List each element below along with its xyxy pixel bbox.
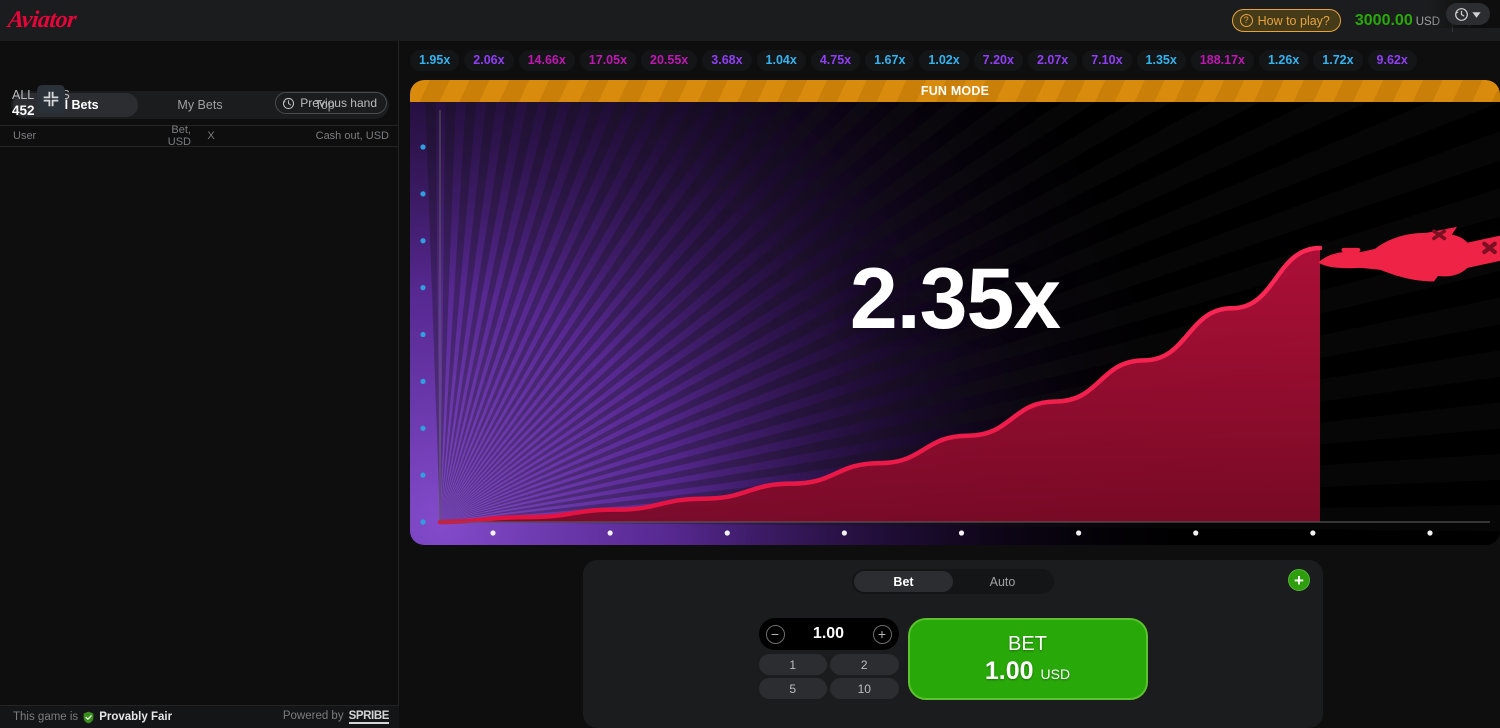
x-axis-dot [1427,530,1432,535]
stake-value[interactable]: 1.00 [785,625,873,643]
quick-stake-1[interactable]: 1 [759,654,828,675]
balance-currency: USD [1416,16,1440,28]
quick-stake-2[interactable]: 2 [830,654,899,675]
history-multiplier-chip[interactable]: 1.26x [1259,50,1308,71]
stake-decrement-button[interactable]: − [766,625,785,644]
y-axis-dot [420,238,425,243]
balance-amount: 3000.00 [1355,12,1413,29]
history-multiplier-chip[interactable]: 14.66x [519,50,575,71]
balance-display: 3000.00USD [1355,12,1440,30]
shield-check-icon [82,711,95,724]
history-multiplier-chip[interactable]: 188.17x [1191,50,1254,71]
tab-bet-label: Bet [893,575,913,589]
bet-button-title: BET [1008,631,1047,657]
fun-mode-banner: FUN MODE [410,80,1500,102]
column-multiplier: X [191,130,231,142]
history-multiplier-chip[interactable]: 4.75x [811,50,860,71]
previous-hand-button[interactable]: Previous hand [275,92,387,114]
aviator-app: Aviator ? How to play? 3000.00USD [0,0,1500,728]
stake-increment-button[interactable]: + [873,625,892,644]
x-axis-dot [959,530,964,535]
history-multiplier-chip[interactable]: 1.95x [410,50,459,71]
tab-auto[interactable]: Auto [953,571,1052,592]
how-to-play-button[interactable]: ? How to play? [1232,9,1341,32]
quick-stake-grid: 1 2 5 10 [759,654,899,699]
x-axis-dot [490,530,495,535]
x-axis-dot [1310,530,1315,535]
y-axis-dot [420,519,425,524]
y-axis-dot [420,426,425,431]
history-multiplier-chip[interactable]: 7.20x [974,50,1023,71]
history-multiplier-chip[interactable]: 1.04x [757,50,806,71]
fun-mode-label: FUN MODE [921,84,989,98]
y-axis-dot [420,191,425,196]
history-multiplier-chip[interactable]: 20.55x [641,50,697,71]
x-axis-dot [608,530,613,535]
stake-controls: − 1.00 + 1 2 5 10 [759,618,899,700]
history-multiplier-chip[interactable]: 9.62x [1368,50,1417,71]
quick-stake-5[interactable]: 5 [759,678,828,699]
bet-controls-row: − 1.00 + 1 2 5 10 BET 1.00 USD [583,618,1323,700]
y-axis-dot [420,473,425,478]
tab-auto-label: Auto [990,575,1016,589]
x-axis-dot [842,530,847,535]
history-multiplier-chip[interactable]: 17.05x [580,50,636,71]
bets-table-header: User Bet, USD X Cash out, USD [0,125,399,147]
history-clock-icon [1454,7,1469,22]
provably-fair-prefix: This game is [13,711,78,723]
question-mark-icon: ? [1240,14,1253,27]
sidebar-footer: This game is Provably Fair Powered by SP… [0,705,399,728]
history-clock-icon [282,97,295,110]
history-multiplier-chip[interactable]: 1.72x [1313,50,1362,71]
x-axis-dot [725,530,730,535]
history-multiplier-chip[interactable]: 1.35x [1137,50,1186,71]
aviator-logo: Aviator [7,7,78,34]
history-multiplier-chip[interactable]: 2.07x [1028,50,1077,71]
spribe-brand: SPRIBE [349,710,389,724]
x-axis-dot [1076,530,1081,535]
y-axis-dot [420,379,425,384]
bets-list[interactable] [0,147,399,704]
column-bet: Bet, USD [153,124,191,148]
stake-stepper: − 1.00 + [759,618,899,650]
how-to-play-label: How to play? [1258,14,1330,28]
powered-by-label: Powered by [283,710,344,722]
provably-fair-link[interactable]: This game is Provably Fair [13,711,172,724]
history-multiplier-chip[interactable]: 3.68x [702,50,751,71]
bet-button-currency: USD [1041,666,1071,682]
current-multiplier: 2.35x [410,256,1500,342]
bet-mode-tabs: Bet Auto [852,569,1054,594]
bets-sidebar: All Bets My Bets Top ALL BETS 452 Previo… [0,41,399,728]
previous-hand-label: Previous hand [300,96,377,110]
history-multiplier-chip[interactable]: 2.06x [464,50,513,71]
column-cashout: Cash out, USD [316,130,389,142]
history-chips: 1.95x2.06x 14.66x17.05x20.55x3.68x 1.04x4.… [410,50,1422,71]
add-bet-panel-button[interactable]: + [1288,569,1310,591]
history-multiplier-chip[interactable]: 1.02x [919,50,968,71]
y-axis-dot [420,144,425,149]
tab-bet[interactable]: Bet [854,571,953,592]
history-multiplier-chip[interactable]: 7.10x [1082,50,1131,71]
chevron-down-icon [1471,9,1482,20]
powered-by: Powered by SPRIBE [283,710,389,724]
place-bet-button[interactable]: BET 1.00 USD [908,618,1148,700]
top-header: Aviator ? How to play? 3000.00USD [0,0,1500,41]
x-axis-dot [1193,530,1198,535]
multiplier-history-bar[interactable]: 1.95x2.06x 14.66x17.05x20.55x3.68x 1.04x4.… [410,46,1500,74]
game-canvas: FUN MODE 2.35x [410,80,1500,545]
provably-fair-label: Provably Fair [99,711,172,723]
bet-button-amount-row: 1.00 USD [985,657,1070,688]
quick-stake-10[interactable]: 10 [830,678,899,699]
history-multiplier-chip[interactable]: 1.67x [865,50,914,71]
bet-button-amount: 1.00 [985,657,1034,685]
bet-panel: Bet Auto + − 1.00 + 1 2 5 10 BET [583,560,1323,728]
collapse-fullscreen-icon[interactable] [37,85,65,113]
history-dropdown-button[interactable] [1446,3,1490,25]
column-user: User [13,130,153,142]
